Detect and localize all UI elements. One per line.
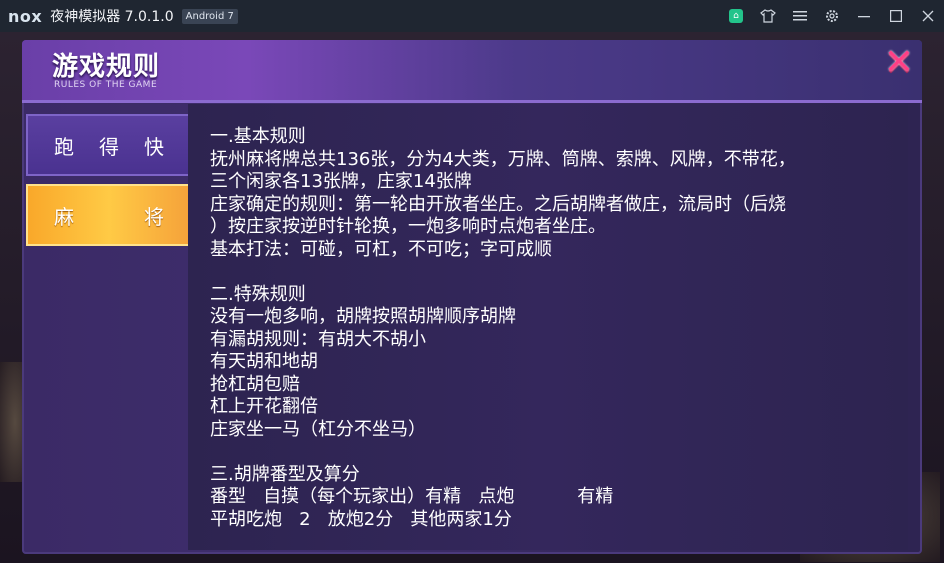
panel-title: 游戏规则: [52, 52, 161, 82]
rule-line: 三.胡牌番型及算分: [210, 463, 360, 485]
rule-line: 没有一炮多响，胡牌按照胡牌顺序胡牌: [210, 306, 516, 327]
tab-label-char: 跑: [54, 134, 74, 159]
rule-line: [210, 261, 900, 284]
panel-header: 游戏规则 RULES OF THE GAME ✕: [22, 40, 922, 103]
rule-line: 一.基本规则: [210, 126, 306, 147]
rules-panel: 游戏规则 RULES OF THE GAME ✕ 跑 得 快 麻 将 一.基本规…: [22, 40, 922, 554]
minimize-icon[interactable]: [848, 0, 880, 32]
rule-line: 基本打法：可碰，可杠，不可吃；字可成顺: [210, 238, 552, 260]
rule-line: ）按庄家按逆时针轮换，一炮多响时点炮者坐庄。: [210, 216, 606, 237]
rule-line: 平胡吃炮 2 放炮2分 其他两家1分: [210, 508, 512, 530]
rule-line: 抢杠胡包赔: [210, 373, 300, 395]
rule-line: [210, 441, 900, 464]
rule-line: 杠上开花翻倍: [210, 396, 318, 417]
gear-icon[interactable]: [816, 0, 848, 32]
tab-label-char: 得: [99, 134, 119, 159]
android-version-badge: Android 7: [181, 8, 238, 24]
close-icon[interactable]: [912, 0, 944, 32]
rule-line: 有漏胡规则：有胡大不胡小: [210, 328, 426, 350]
rule-line: 番型 自摸（每个玩家出）有精 点炮 有精: [210, 486, 614, 507]
tab-label-char: 麻: [54, 204, 74, 229]
rule-line: 有天胡和地胡: [210, 351, 318, 372]
nox-logo: nox: [8, 6, 43, 26]
titlebar-controls: ⌂: [720, 0, 944, 32]
tab-label-char: 将: [144, 204, 164, 229]
shirt-icon[interactable]: [752, 0, 784, 32]
tab-mahjong[interactable]: 麻 将: [26, 184, 192, 246]
rules-text: 一.基本规则 抚州麻将牌总共136张，分为4大类，万牌、筒牌、索牌、风牌，不带花，…: [210, 126, 900, 531]
game-screen: 游戏规则 RULES OF THE GAME ✕ 跑 得 快 麻 将 一.基本规…: [0, 32, 944, 563]
rule-line: 抚州麻将牌总共136张，分为4大类，万牌、筒牌、索牌、风牌，不带花，: [210, 148, 796, 170]
menu-icon[interactable]: [784, 0, 816, 32]
tab-paodekuai[interactable]: 跑 得 快: [26, 114, 192, 176]
panel-subtitle: RULES OF THE GAME: [54, 80, 158, 90]
close-button[interactable]: ✕: [882, 45, 916, 81]
store-icon[interactable]: ⌂: [720, 0, 752, 32]
emulator-titlebar: nox 夜神模拟器 7.0.1.0 Android 7 ⌂: [0, 0, 944, 32]
tab-label-char: 快: [144, 134, 164, 159]
app-title: 夜神模拟器 7.0.1.0: [50, 9, 174, 25]
rules-content[interactable]: 一.基本规则 抚州麻将牌总共136张，分为4大类，万牌、筒牌、索牌、风牌，不带花，…: [188, 104, 908, 550]
rule-line: 庄家坐一马（杠分不坐马）: [210, 418, 426, 440]
rule-line: 二.特殊规则: [210, 283, 306, 305]
maximize-icon[interactable]: [880, 0, 912, 32]
rule-line: 庄家确定的规则：第一轮由开放者坐庄。之后胡牌者做庄，流局时（后烧: [210, 193, 786, 215]
rule-line: 三个闲家各13张牌，庄家14张牌: [210, 171, 472, 192]
